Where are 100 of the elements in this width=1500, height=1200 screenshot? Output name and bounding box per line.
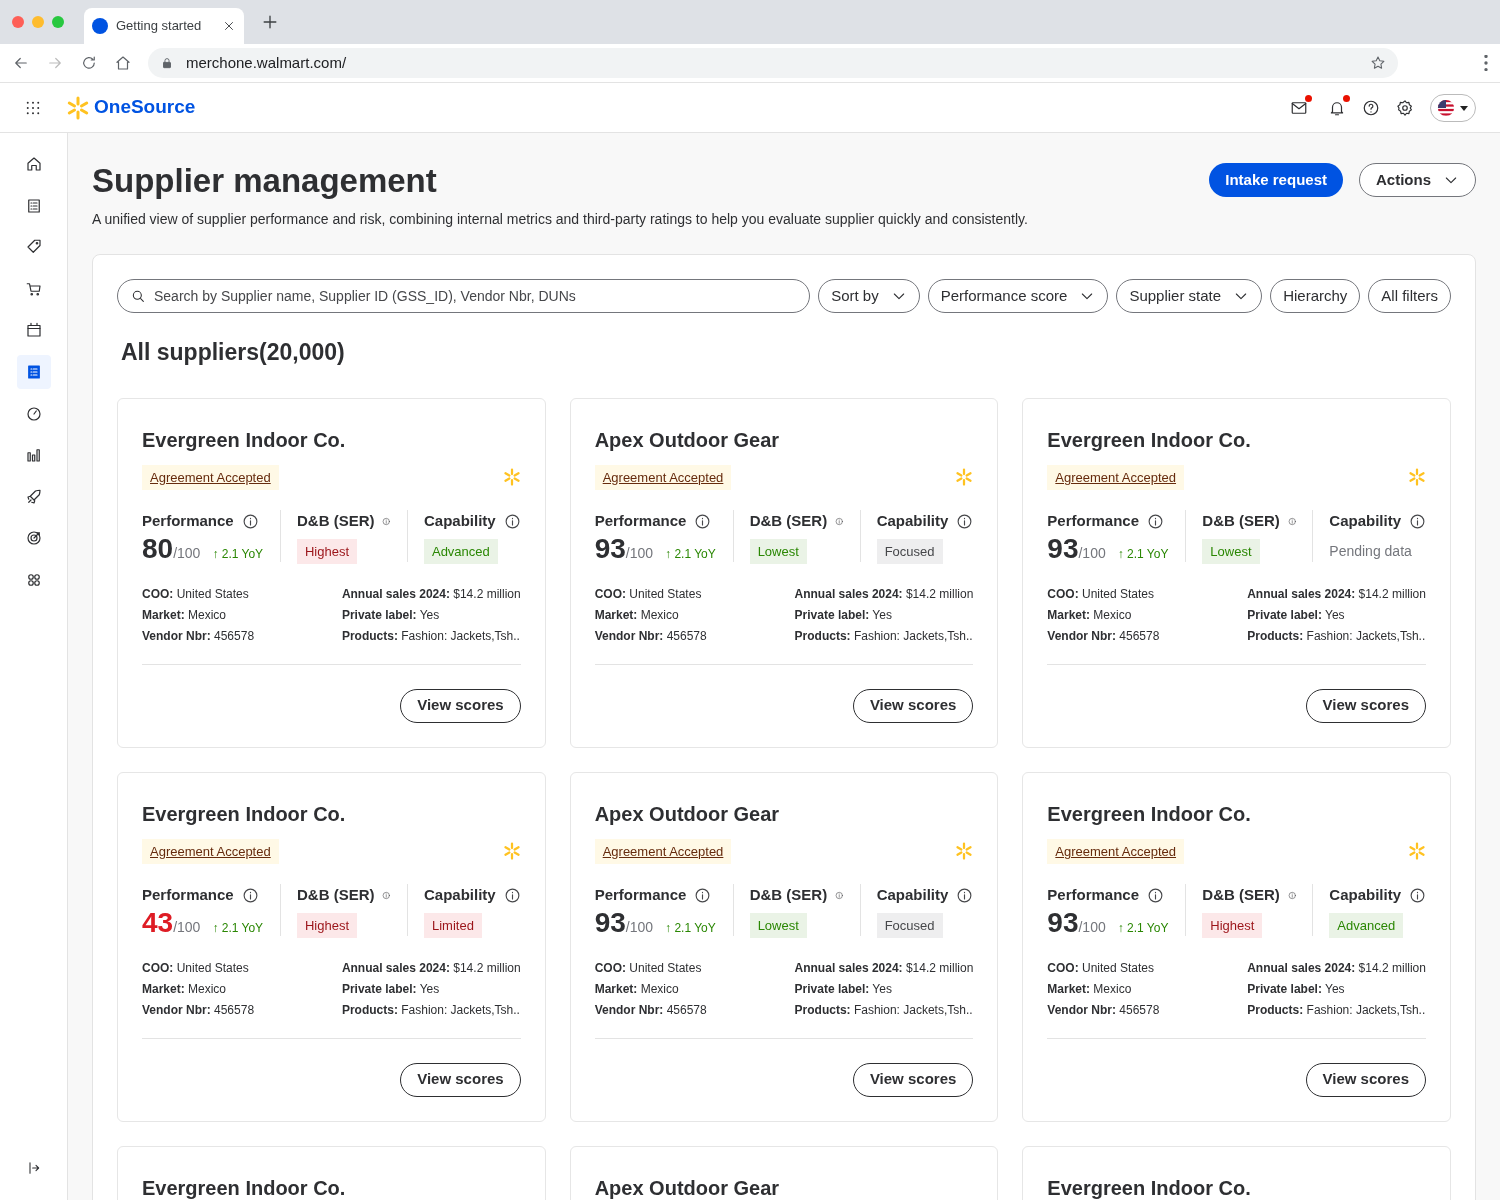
- settings-icon: [1396, 98, 1414, 117]
- view-scores-button[interactable]: View scores: [1305, 1062, 1426, 1097]
- filter-dropdown[interactable]: Performance score: [927, 279, 1109, 313]
- rating-badge: Advanced: [423, 538, 498, 564]
- info-icon: [503, 886, 521, 904]
- fact-text: Annual sales 2024: $14.2 million: [341, 586, 521, 603]
- filter-button[interactable]: Hierarchy: [1270, 279, 1361, 313]
- status-link[interactable]: Agreement Accepted: [1047, 838, 1185, 864]
- filter-dropdown[interactable]: Supplier state: [1116, 279, 1263, 313]
- info-icon: [1409, 512, 1426, 530]
- fact-text: Products: Fashion: Jackets,Tsh..: [341, 1002, 521, 1019]
- score-max: /100: [625, 918, 654, 937]
- fact-text: Vendor Nbr: 456578: [142, 1002, 255, 1019]
- page-title: Supplier management: [92, 161, 438, 201]
- sidebar-item[interactable]: [16, 354, 51, 389]
- score-max: /100: [1078, 918, 1106, 937]
- info-icon: [1147, 886, 1165, 904]
- fact-text: Annual sales 2024: $14.2 million: [341, 960, 521, 977]
- status-link[interactable]: Agreement Accepted: [1047, 464, 1185, 490]
- yoy-change: ↑ 2.1 YoY: [212, 545, 264, 563]
- supplier-name: Evergreen Indoor Co.: [1047, 801, 1252, 827]
- fact-text: Vendor Nbr: 456578: [1047, 628, 1160, 645]
- reload-icon: [80, 54, 98, 72]
- browser-tab[interactable]: Getting started: [84, 8, 244, 44]
- fact-text: Products: Fashion: Jackets,Tsh..: [1247, 1002, 1426, 1019]
- home-icon: [114, 54, 132, 72]
- performance-score: 80: [142, 534, 174, 563]
- metric-label: Capability: [1329, 885, 1401, 905]
- search-input[interactable]: Search by Supplier name, Supplier ID (GSS_ID), Vendor Nbr, DUNs: [154, 285, 798, 307]
- filter-dropdown[interactable]: Sort by: [818, 279, 920, 313]
- rating-badge: Limited: [423, 912, 482, 938]
- fact-text: Products: Fashion: Jackets,Tsh..: [794, 628, 974, 645]
- tab-title: Getting started: [116, 17, 203, 36]
- fact-text: Annual sales 2024: $14.2 million: [1247, 586, 1426, 603]
- yoy-change: ↑ 2.1 YoY: [665, 545, 716, 563]
- status-link[interactable]: Agreement Accepted: [594, 838, 732, 864]
- info-icon: [956, 886, 974, 904]
- fact-text: Annual sales 2024: $14.2 million: [1247, 960, 1426, 977]
- metric-label: D&B (SER): [296, 511, 375, 531]
- fact-text: COO: United States: [1047, 960, 1156, 977]
- spark-logo-icon: [955, 468, 974, 487]
- fact-text: COO: United States: [594, 586, 703, 603]
- info-icon: [503, 512, 521, 530]
- supplier-name: Evergreen Indoor Co.: [142, 801, 347, 827]
- us-flag-icon: [1437, 98, 1455, 117]
- spark-logo-icon: [1408, 842, 1426, 861]
- actions-button[interactable]: Actions: [1359, 163, 1476, 197]
- rating-badge: Highest: [296, 538, 358, 564]
- fact-text: Market: Mexico: [1047, 607, 1133, 624]
- intake-request-button[interactable]: Intake request: [1209, 163, 1343, 197]
- performance-score: 43: [142, 908, 174, 937]
- performance-score: 93: [1047, 908, 1079, 937]
- address-bar[interactable]: merchone.walmart.com/: [148, 48, 1398, 78]
- view-scores-button[interactable]: View scores: [400, 688, 521, 723]
- fact-text: Private label: Yes: [1247, 981, 1346, 998]
- filter-button[interactable]: All filters: [1368, 279, 1451, 313]
- metric-label: D&B (SER): [296, 885, 375, 905]
- score-max: /100: [173, 918, 201, 937]
- spark-logo-icon: [66, 95, 90, 120]
- fact-text: Market: Mexico: [142, 607, 228, 624]
- info-icon: [1147, 512, 1165, 530]
- url-text: merchone.walmart.com/: [186, 52, 348, 73]
- metric-label: Capability: [876, 885, 949, 905]
- metric-label: Performance: [1047, 511, 1140, 531]
- status-link[interactable]: Agreement Accepted: [594, 464, 732, 490]
- fact-text: Private label: Yes: [1247, 607, 1346, 624]
- fact-text: Vendor Nbr: 456578: [594, 1002, 707, 1019]
- supplier-name: Evergreen Indoor Co.: [1047, 427, 1252, 453]
- fact-text: Products: Fashion: Jackets,Tsh..: [1247, 628, 1426, 645]
- info-icon: [956, 512, 974, 530]
- view-scores-button[interactable]: View scores: [400, 1062, 521, 1097]
- rating-badge: Highest: [296, 912, 358, 938]
- site-favicon-icon: [92, 18, 108, 34]
- metric-label: Capability: [423, 511, 496, 531]
- info-icon: [1409, 886, 1426, 904]
- bookmark-star-icon: [1370, 55, 1386, 71]
- view-scores-button[interactable]: View scores: [852, 688, 974, 723]
- calendar-box-icon: [24, 321, 43, 340]
- rating-badge: Lowest: [749, 912, 807, 938]
- score-max: /100: [625, 544, 654, 563]
- fact-text: Private label: Yes: [794, 981, 893, 998]
- yoy-change: ↑ 2.1 YoY: [1117, 919, 1169, 937]
- info-icon: [241, 512, 259, 530]
- fact-text: COO: United States: [142, 960, 250, 977]
- metric-label: Capability: [876, 511, 949, 531]
- view-scores-button[interactable]: View scores: [1305, 688, 1426, 723]
- view-scores-button[interactable]: View scores: [852, 1062, 974, 1097]
- supplier-name: Evergreen Indoor Co.: [142, 1175, 347, 1200]
- status-link[interactable]: Agreement Accepted: [142, 838, 279, 864]
- list-title: All suppliers(20,000): [121, 338, 346, 367]
- rating-badge: Focused: [876, 912, 943, 938]
- supplier-name: Apex Outdoor Gear: [594, 1175, 781, 1200]
- rating-badge: Lowest: [749, 538, 807, 564]
- lock-icon: [160, 56, 174, 70]
- metric-label: Performance: [142, 885, 234, 905]
- gauge-icon: [24, 404, 43, 423]
- yoy-change: ↑ 2.1 YoY: [665, 919, 716, 937]
- fact-text: Vendor Nbr: 456578: [1047, 1002, 1160, 1019]
- fact-text: Products: Fashion: Jackets,Tsh..: [341, 628, 521, 645]
- status-link[interactable]: Agreement Accepted: [142, 464, 279, 490]
